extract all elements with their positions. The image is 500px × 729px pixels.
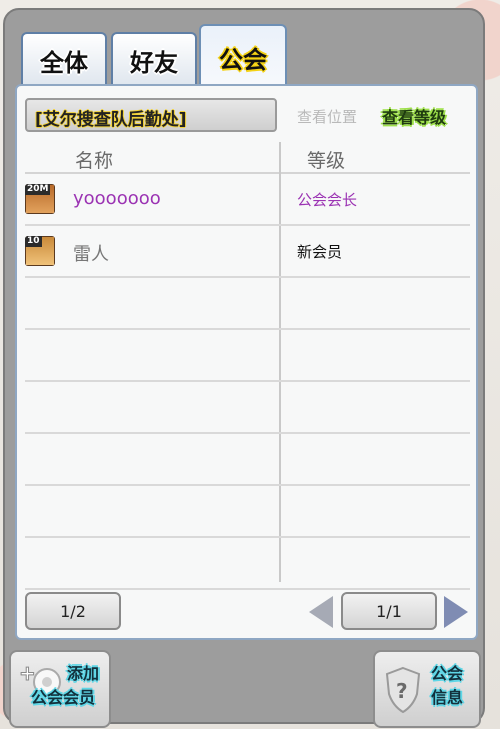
table-row bbox=[25, 278, 470, 330]
member-name: 雷人 bbox=[73, 244, 109, 265]
tab-friends[interactable]: 好友 bbox=[111, 32, 197, 86]
table-row bbox=[25, 434, 470, 486]
table-row bbox=[25, 538, 470, 590]
shield-question-icon: ? bbox=[385, 666, 421, 714]
triangle-left-icon[interactable] bbox=[309, 596, 333, 628]
guild-info-label-line1: 公会 bbox=[431, 664, 464, 683]
table-row bbox=[25, 486, 470, 538]
view-level-button[interactable]: 查看等级 bbox=[382, 104, 446, 128]
member-name-cell: 20M yooooooo bbox=[25, 174, 277, 224]
view-location-button[interactable]: 查看位置 bbox=[297, 106, 357, 127]
member-rank: 公会会长 bbox=[297, 191, 358, 209]
add-guild-member-button[interactable]: + 添加 公会会员 bbox=[9, 650, 111, 728]
member-rank-cell: 新会员 bbox=[289, 226, 469, 276]
tab-guild[interactable]: 公会 bbox=[199, 24, 287, 88]
member-panel: [艾尔搜查队后勤处] 查看位置 查看等级 名称 等级 20M yooooooo … bbox=[15, 84, 478, 640]
current-location: [艾尔搜查队后勤处] bbox=[25, 98, 277, 132]
add-member-label-line2: 公会会员 bbox=[31, 688, 96, 707]
table-row bbox=[25, 330, 470, 382]
column-header-level: 等级 bbox=[307, 150, 346, 172]
svg-text:?: ? bbox=[396, 679, 408, 703]
table-row[interactable]: 10 雷人 新会员 bbox=[25, 226, 470, 278]
guild-info-button[interactable]: ? 公会 信息 bbox=[373, 650, 481, 728]
table-row[interactable]: 20M yooooooo 公会会长 bbox=[25, 174, 470, 226]
guild-window: 全体 好友 公会 [艾尔搜查队后勤处] 查看位置 查看等级 名称 等级 20M … bbox=[3, 8, 485, 728]
column-header-name: 名称 bbox=[75, 150, 114, 172]
member-name-cell: 10 雷人 bbox=[25, 226, 277, 276]
page-indicator-button[interactable]: 1/2 bbox=[25, 592, 121, 630]
level-badge: 10 bbox=[25, 236, 42, 247]
page-number-display: 1/1 bbox=[341, 592, 437, 630]
table-row bbox=[25, 382, 470, 434]
tab-all[interactable]: 全体 bbox=[21, 32, 107, 86]
triangle-right-icon[interactable] bbox=[444, 596, 468, 628]
avatar: 10 bbox=[25, 236, 55, 266]
member-rank: 新会员 bbox=[297, 243, 343, 261]
level-badge: 20M bbox=[25, 184, 51, 195]
avatar: 20M bbox=[25, 184, 55, 214]
guild-info-label-line2: 信息 bbox=[431, 688, 464, 707]
member-name: yooooooo bbox=[73, 188, 161, 209]
member-rank-cell: 公会会长 bbox=[289, 174, 469, 224]
add-member-label-line1: 添加 bbox=[67, 664, 100, 683]
